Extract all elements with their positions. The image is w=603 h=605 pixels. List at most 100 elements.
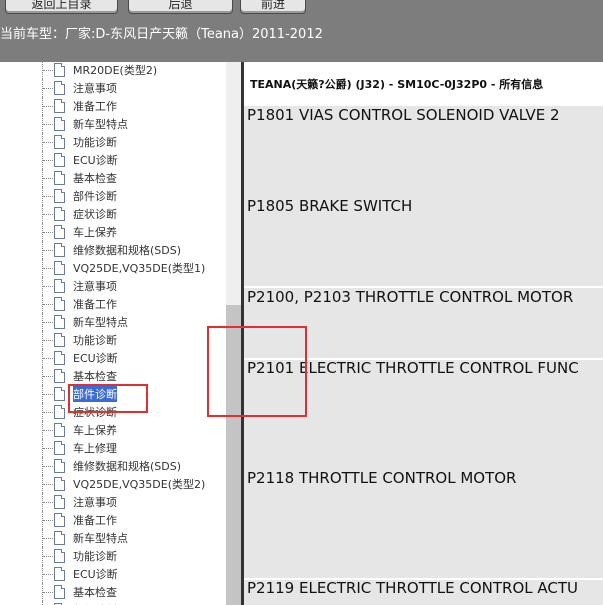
document-icon — [54, 387, 65, 401]
tree-item[interactable]: 维修数据和规格(SDS) — [0, 241, 226, 259]
tree-item-label[interactable]: 功能诊断 — [73, 548, 117, 564]
tree-item[interactable]: 症状诊断 — [0, 205, 226, 223]
tree-item[interactable]: 车上保养 — [0, 421, 226, 439]
tree-branch-line — [43, 304, 53, 305]
tree-item-label[interactable]: 新车型特点 — [73, 314, 128, 330]
tree-item[interactable]: VQ25DE,VQ35DE(类型2) — [0, 475, 226, 493]
tree-item-label[interactable]: 功能诊断 — [73, 332, 117, 348]
tree-item-label[interactable]: 车上保养 — [73, 422, 117, 438]
document-icon — [54, 261, 65, 275]
tree-item[interactable]: 新车型特点 — [0, 313, 226, 331]
tree-item-label[interactable]: 功能诊断 — [73, 134, 117, 150]
back-to-parent-button[interactable]: 返回上目录 — [5, 0, 118, 14]
tree-item[interactable]: 车上保养 — [0, 223, 226, 241]
tree-branch-line — [43, 484, 53, 485]
tree-item[interactable]: 注意事项 — [0, 277, 226, 295]
forward-button[interactable]: 前进 — [240, 0, 306, 14]
tree-branch-line — [43, 178, 53, 179]
tree-item[interactable]: 维修数据和规格(SDS) — [0, 457, 226, 475]
tree-item[interactable]: VQ25DE,VQ35DE(类型1) — [0, 259, 226, 277]
dtc-item-p1805[interactable]: P1805 BRAKE SWITCH — [247, 197, 412, 215]
dtc-item-p1801[interactable]: P1801 VIAS CONTROL SOLENOID VALVE 2 — [247, 106, 560, 124]
tree-item-label[interactable]: 症状诊断 — [73, 206, 117, 222]
tree-item[interactable]: 准备工作 — [0, 97, 226, 115]
document-icon — [54, 423, 65, 437]
tree-item[interactable]: 基本检查 — [0, 169, 226, 187]
tree-item-label[interactable]: 准备工作 — [73, 98, 117, 114]
document-icon — [54, 549, 65, 563]
tree-branch-line — [43, 430, 53, 431]
document-icon — [54, 171, 65, 185]
tree-item-label[interactable]: VQ25DE,VQ35DE(类型2) — [73, 476, 205, 492]
document-icon — [54, 477, 65, 491]
document-icon — [54, 567, 65, 581]
tree-item-label[interactable]: 部件诊断 — [73, 188, 117, 204]
document-icon — [54, 459, 65, 473]
document-icon — [54, 405, 65, 419]
tree-branch-line — [43, 358, 53, 359]
tree-item-label[interactable]: VQ25DE,VQ35DE(类型1) — [73, 260, 205, 276]
document-icon — [54, 513, 65, 527]
tree-item-label[interactable]: 基本检查 — [73, 584, 117, 600]
tree-item[interactable]: 车上修理 — [0, 439, 226, 457]
tree-branch-line — [43, 574, 53, 575]
tree-item-label[interactable]: 准备工作 — [73, 296, 117, 312]
tree-item-label[interactable]: ECU诊断 — [73, 350, 118, 366]
tree-branch-line — [43, 520, 53, 521]
tree-item-label[interactable]: 车上保养 — [73, 224, 117, 240]
tree-item[interactable]: 功能诊断 — [0, 133, 226, 151]
tree-item-label[interactable]: ECU诊断 — [73, 152, 118, 168]
tree-item-label[interactable]: ECU诊断 — [73, 566, 118, 582]
tree-item-label[interactable]: 准备工作 — [73, 512, 117, 528]
tree-item[interactable]: 基本检查 — [0, 583, 226, 601]
document-icon — [54, 243, 65, 257]
tree-branch-line — [43, 124, 53, 125]
dtc-item-p2100[interactable]: P2100, P2103 THROTTLE CONTROL MOTOR — [247, 288, 573, 306]
tree-item-label[interactable]: 基本检查 — [73, 368, 117, 384]
document-icon — [54, 369, 65, 383]
tree-item[interactable]: 部件诊断 — [0, 601, 226, 605]
tree-item[interactable]: ECU诊断 — [0, 349, 226, 367]
tree-item[interactable]: ECU诊断 — [0, 151, 226, 169]
tree-item-label[interactable]: 基本检查 — [73, 170, 117, 186]
tree-item-label[interactable]: 新车型特点 — [73, 530, 128, 546]
tree-branch-line — [43, 556, 53, 557]
tree-branch-line — [43, 106, 53, 107]
document-icon — [54, 279, 65, 293]
annotation-box-content — [207, 326, 307, 417]
tree-branch-line — [43, 286, 53, 287]
tree-item[interactable]: 新车型特点 — [0, 529, 226, 547]
current-vehicle-label: 当前车型： — [0, 27, 66, 42]
dtc-item-p2118[interactable]: P2118 THROTTLE CONTROL MOTOR — [247, 469, 516, 487]
tree-item-label[interactable]: 注意事项 — [73, 278, 117, 294]
tree-item-label[interactable]: 车上修理 — [73, 440, 117, 456]
tree-branch-line — [43, 502, 53, 503]
tree-item[interactable]: 基本检查 — [0, 367, 226, 385]
tree-item[interactable]: MR20DE(类型2) — [0, 62, 226, 79]
back-button[interactable]: 后退 — [128, 0, 233, 14]
tree-item-label[interactable]: 维修数据和规格(SDS) — [73, 458, 181, 474]
tree-item[interactable]: 部件诊断 — [0, 187, 226, 205]
tree-item-label[interactable]: 新车型特点 — [73, 116, 128, 132]
document-icon — [54, 585, 65, 599]
tree-branch-line — [43, 160, 53, 161]
current-vehicle: 当前车型：厂家:D-东风日产天籁（Teana）2011-2012 — [0, 23, 323, 42]
tree-item[interactable]: 新车型特点 — [0, 115, 226, 133]
tree-item[interactable]: 注意事项 — [0, 79, 226, 97]
tree-item[interactable]: 功能诊断 — [0, 331, 226, 349]
tree-branch-line — [43, 412, 53, 413]
tree-branch-line — [43, 448, 53, 449]
tree-item-label[interactable]: 维修数据和规格(SDS) — [73, 242, 181, 258]
dtc-item-p2119[interactable]: P2119 ELECTRIC THROTTLE CONTROL ACTU — [247, 579, 578, 597]
tree-item[interactable]: 准备工作 — [0, 511, 226, 529]
tree-item[interactable]: ECU诊断 — [0, 565, 226, 583]
document-icon — [54, 441, 65, 455]
tree-item[interactable]: 准备工作 — [0, 295, 226, 313]
tree-item-label[interactable]: MR20DE(类型2) — [73, 62, 157, 78]
tree-item[interactable]: 功能诊断 — [0, 547, 226, 565]
tree-item[interactable]: 注意事项 — [0, 493, 226, 511]
document-icon — [54, 297, 65, 311]
tree-item-label[interactable]: 注意事项 — [73, 494, 117, 510]
tree-branch-line — [43, 592, 53, 593]
tree-item-label[interactable]: 注意事项 — [73, 80, 117, 96]
